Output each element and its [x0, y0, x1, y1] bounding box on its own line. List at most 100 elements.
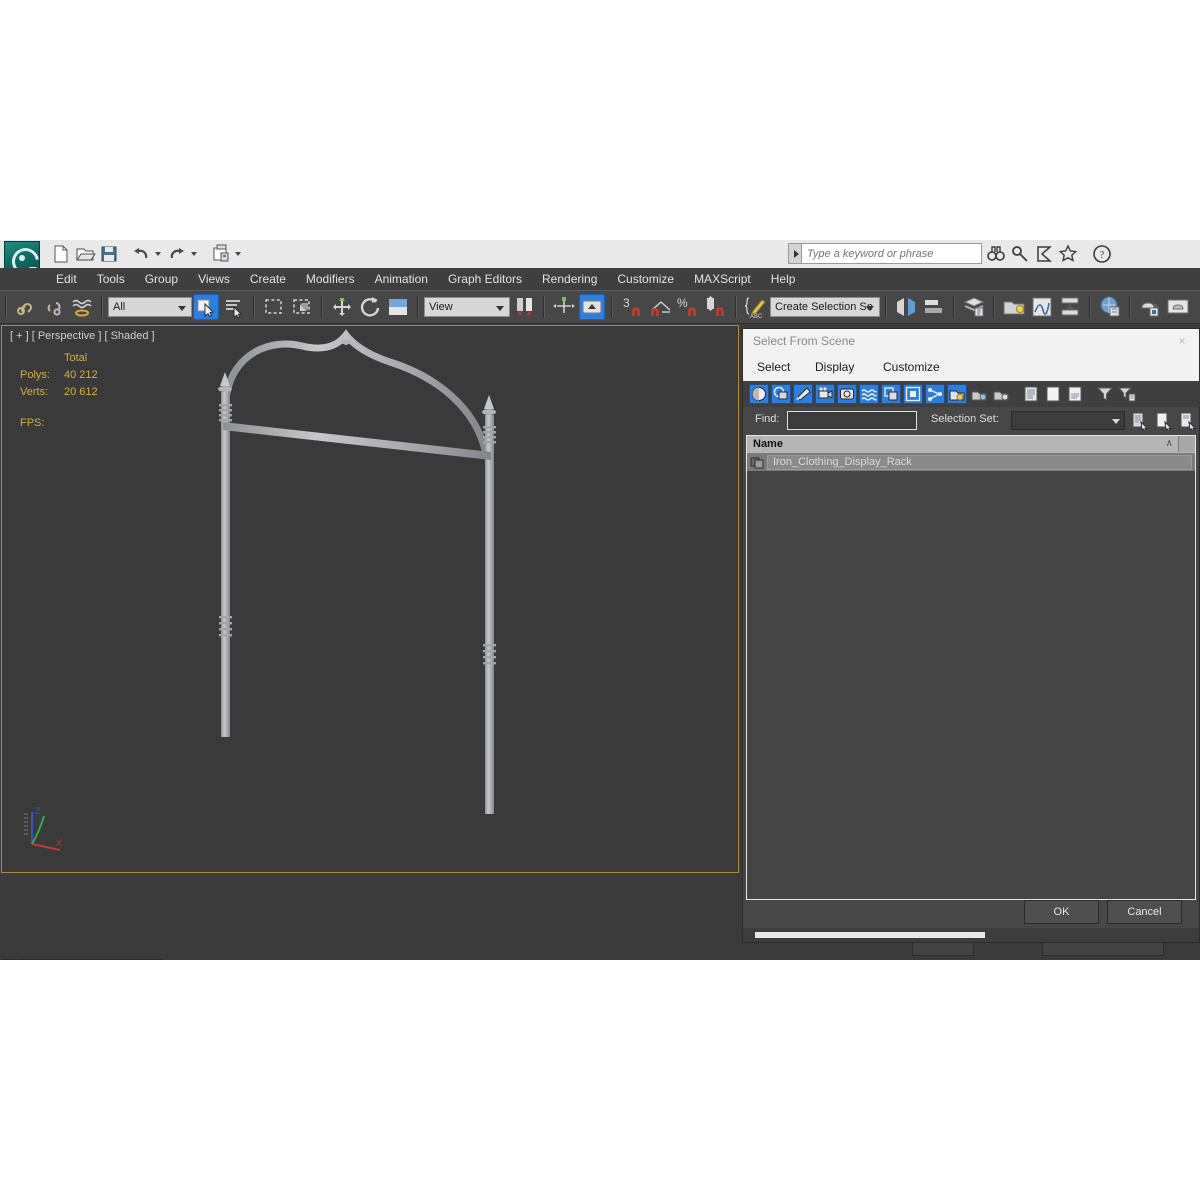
table-row[interactable]: Iron_Clothing_Display_Rack [747, 454, 1195, 471]
select-and-rotate-button[interactable] [357, 294, 383, 320]
column-options-button[interactable] [1178, 436, 1195, 452]
mirror-button[interactable] [893, 294, 919, 320]
window-crossing-toggle-button[interactable] [289, 294, 315, 320]
select-and-scale-button[interactable] [385, 294, 411, 320]
funnel-list-icon[interactable] [1117, 384, 1137, 404]
binoculars-icon[interactable] [986, 243, 1006, 264]
select-and-manipulate-button[interactable] [551, 294, 577, 320]
menu-item-rendering[interactable]: Rendering [532, 272, 607, 286]
open-file-button[interactable] [74, 243, 96, 265]
save-file-button[interactable] [98, 243, 120, 265]
search-input[interactable] [802, 243, 982, 264]
dialog-menu-customize[interactable]: Customize [883, 360, 940, 374]
reference-coordinate-system-dropdown[interactable]: View [424, 297, 510, 317]
menu-item-modifiers[interactable]: Modifiers [296, 272, 365, 286]
menu-item-graph-editors[interactable]: Graph Editors [438, 272, 532, 286]
selection-set-dropdown[interactable] [1011, 411, 1125, 430]
remove-list-icon[interactable] [1155, 411, 1173, 432]
menu-item-tools[interactable]: Tools [87, 272, 135, 286]
display-lights-button[interactable] [793, 384, 813, 404]
current-frame-field[interactable]: 0 / 100 [18, 959, 148, 960]
display-groups-button[interactable] [881, 384, 901, 404]
add-list-icon[interactable] [1131, 411, 1149, 432]
rectangular-selection-region-button[interactable] [261, 294, 287, 320]
horizontal-scrollbar[interactable] [755, 932, 985, 938]
angle-snap-toggle-button[interactable] [647, 294, 673, 320]
perspective-viewport[interactable]: [ + ] [ Perspective ] [ Shaded ] Total P… [1, 325, 739, 873]
viewport-label: [ + ] [ Perspective ] [ Shaded ] [10, 330, 155, 342]
dialog-title-bar[interactable]: Select From Scene × [743, 329, 1199, 355]
key-icon[interactable] [1010, 243, 1030, 264]
edit-list-icon[interactable] [1179, 411, 1197, 432]
prev-frame-button[interactable]: < [1, 959, 17, 960]
customize-quick-access-button[interactable] [234, 243, 246, 265]
menu-item-customize[interactable]: Customize [607, 272, 684, 286]
display-containers-button[interactable] [947, 384, 967, 404]
ok-button[interactable]: OK [1024, 900, 1099, 924]
scene-object-list[interactable]: Name ∧ Iron_Clothing_Display_Rack [746, 435, 1196, 900]
use-center-flyout-button[interactable] [511, 294, 537, 320]
funnel-icon[interactable] [1095, 384, 1115, 404]
display-helpers-button[interactable] [837, 384, 857, 404]
select-object-button[interactable] [193, 294, 219, 320]
collapse-all-button[interactable] [1043, 384, 1063, 404]
selection-set-label: Selection Set: [931, 413, 999, 425]
spinner-snap-toggle-button[interactable] [703, 294, 729, 320]
select-and-link-button[interactable] [13, 294, 39, 320]
selection-filter-dropdown[interactable]: All [108, 297, 192, 317]
cancel-button[interactable]: Cancel [1107, 900, 1182, 924]
bendy-arrow-icon[interactable] [1034, 243, 1054, 264]
redo-button[interactable] [166, 243, 188, 265]
percent-snap-toggle-button[interactable]: % [675, 294, 701, 320]
menu-item-group[interactable]: Group [135, 272, 188, 286]
display-shapes-button[interactable] [771, 384, 791, 404]
find-input[interactable] [787, 411, 917, 430]
menu-item-help[interactable]: Help [761, 272, 806, 286]
material-editor-button[interactable] [1097, 294, 1123, 320]
next-frame-button[interactable]: > [146, 959, 162, 960]
star-icon[interactable] [1058, 243, 1078, 264]
search-expand-button[interactable] [788, 243, 802, 264]
display-influences-button[interactable] [969, 384, 989, 404]
display-children-button[interactable] [991, 384, 1011, 404]
dialog-title: Select From Scene [753, 334, 856, 348]
expand-all-button[interactable] [1021, 384, 1041, 404]
display-bones-button[interactable] [925, 384, 945, 404]
close-icon[interactable]: × [1169, 332, 1195, 352]
display-cameras-button[interactable] [815, 384, 835, 404]
dialog-menu-display[interactable]: Display [815, 360, 854, 374]
align-button[interactable] [921, 294, 947, 320]
schematic-view-button[interactable] [1057, 294, 1083, 320]
help-icon[interactable]: ? [1092, 243, 1112, 264]
display-geometry-button[interactable] [749, 384, 769, 404]
dialog-menu-select[interactable]: Select [757, 360, 790, 374]
named-selection-set-dropdown[interactable]: Create Selection Se [770, 297, 880, 317]
redo-dropdown-button[interactable] [190, 243, 200, 265]
display-space-warps-button[interactable] [859, 384, 879, 404]
menu-item-edit[interactable]: Edit [46, 272, 87, 286]
menu-item-maxscript[interactable]: MAXScript [684, 272, 761, 286]
menu-item-create[interactable]: Create [240, 272, 296, 286]
project-folder-button[interactable] [210, 243, 232, 265]
rendered-frame-window-button[interactable] [1165, 294, 1191, 320]
layer-manager-button[interactable] [961, 294, 987, 320]
bind-to-space-warp-button[interactable] [69, 294, 95, 320]
undo-button[interactable] [130, 243, 152, 265]
menu-item-animation[interactable]: Animation [365, 272, 438, 286]
list-column-header[interactable]: Name ∧ [747, 436, 1195, 454]
expand-selected-button[interactable] [1065, 384, 1085, 404]
select-and-move-button[interactable] [329, 294, 355, 320]
manipulate-mode-button[interactable] [579, 294, 605, 320]
display-xrefs-button[interactable] [903, 384, 923, 404]
curve-editor-button[interactable] [1029, 294, 1055, 320]
toggle-scene-explorer-button[interactable] [1001, 294, 1027, 320]
new-file-button[interactable] [50, 243, 72, 265]
snaps-toggle-button[interactable]: 3 [619, 294, 645, 320]
unlink-selection-button[interactable] [41, 294, 67, 320]
render-setup-button[interactable] [1137, 294, 1163, 320]
select-by-name-button[interactable] [221, 294, 247, 320]
menu-item-views[interactable]: Views [188, 272, 240, 286]
sort-ascending-icon[interactable]: ∧ [1166, 438, 1173, 449]
undo-dropdown-button[interactable] [154, 243, 164, 265]
edit-named-selection-sets-button[interactable]: ABC [743, 294, 769, 320]
